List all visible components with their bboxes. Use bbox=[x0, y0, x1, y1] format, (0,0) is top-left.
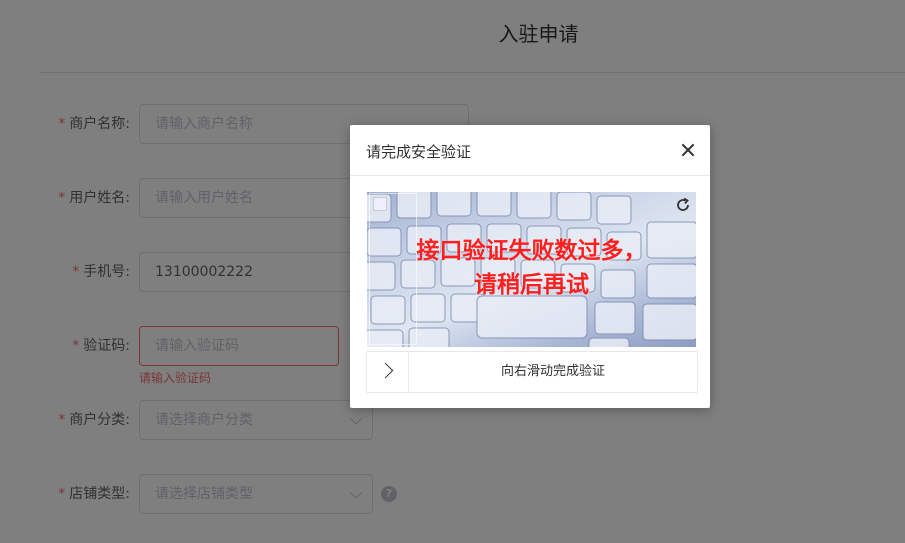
captcha-error-line-1: 接口验证失败数过多， bbox=[416, 238, 647, 264]
slider-hint-text: 向右滑动完成验证 bbox=[500, 364, 605, 379]
broken-image-icon bbox=[373, 197, 387, 211]
captcha-error-line-2: 请稍后再试 bbox=[474, 272, 589, 298]
slider-handle[interactable] bbox=[367, 352, 409, 392]
close-icon[interactable] bbox=[678, 140, 698, 160]
captcha-image: 接口验证失败数过多， 请稍后再试 bbox=[367, 192, 696, 347]
slider-track: 向右滑动完成验证 bbox=[366, 351, 698, 393]
dialog-header: 请完成安全验证 bbox=[350, 125, 710, 176]
chevron-right-icon bbox=[377, 362, 394, 379]
dialog-title: 请完成安全验证 bbox=[366, 143, 472, 161]
captcha-dialog: 请完成安全验证 接口验证失败数过多， 请稍后再试 向右滑动完成验证 bbox=[350, 125, 710, 408]
refresh-icon[interactable] bbox=[674, 196, 692, 214]
captcha-error-message: 接口验证失败数过多， 请稍后再试 bbox=[367, 234, 696, 302]
